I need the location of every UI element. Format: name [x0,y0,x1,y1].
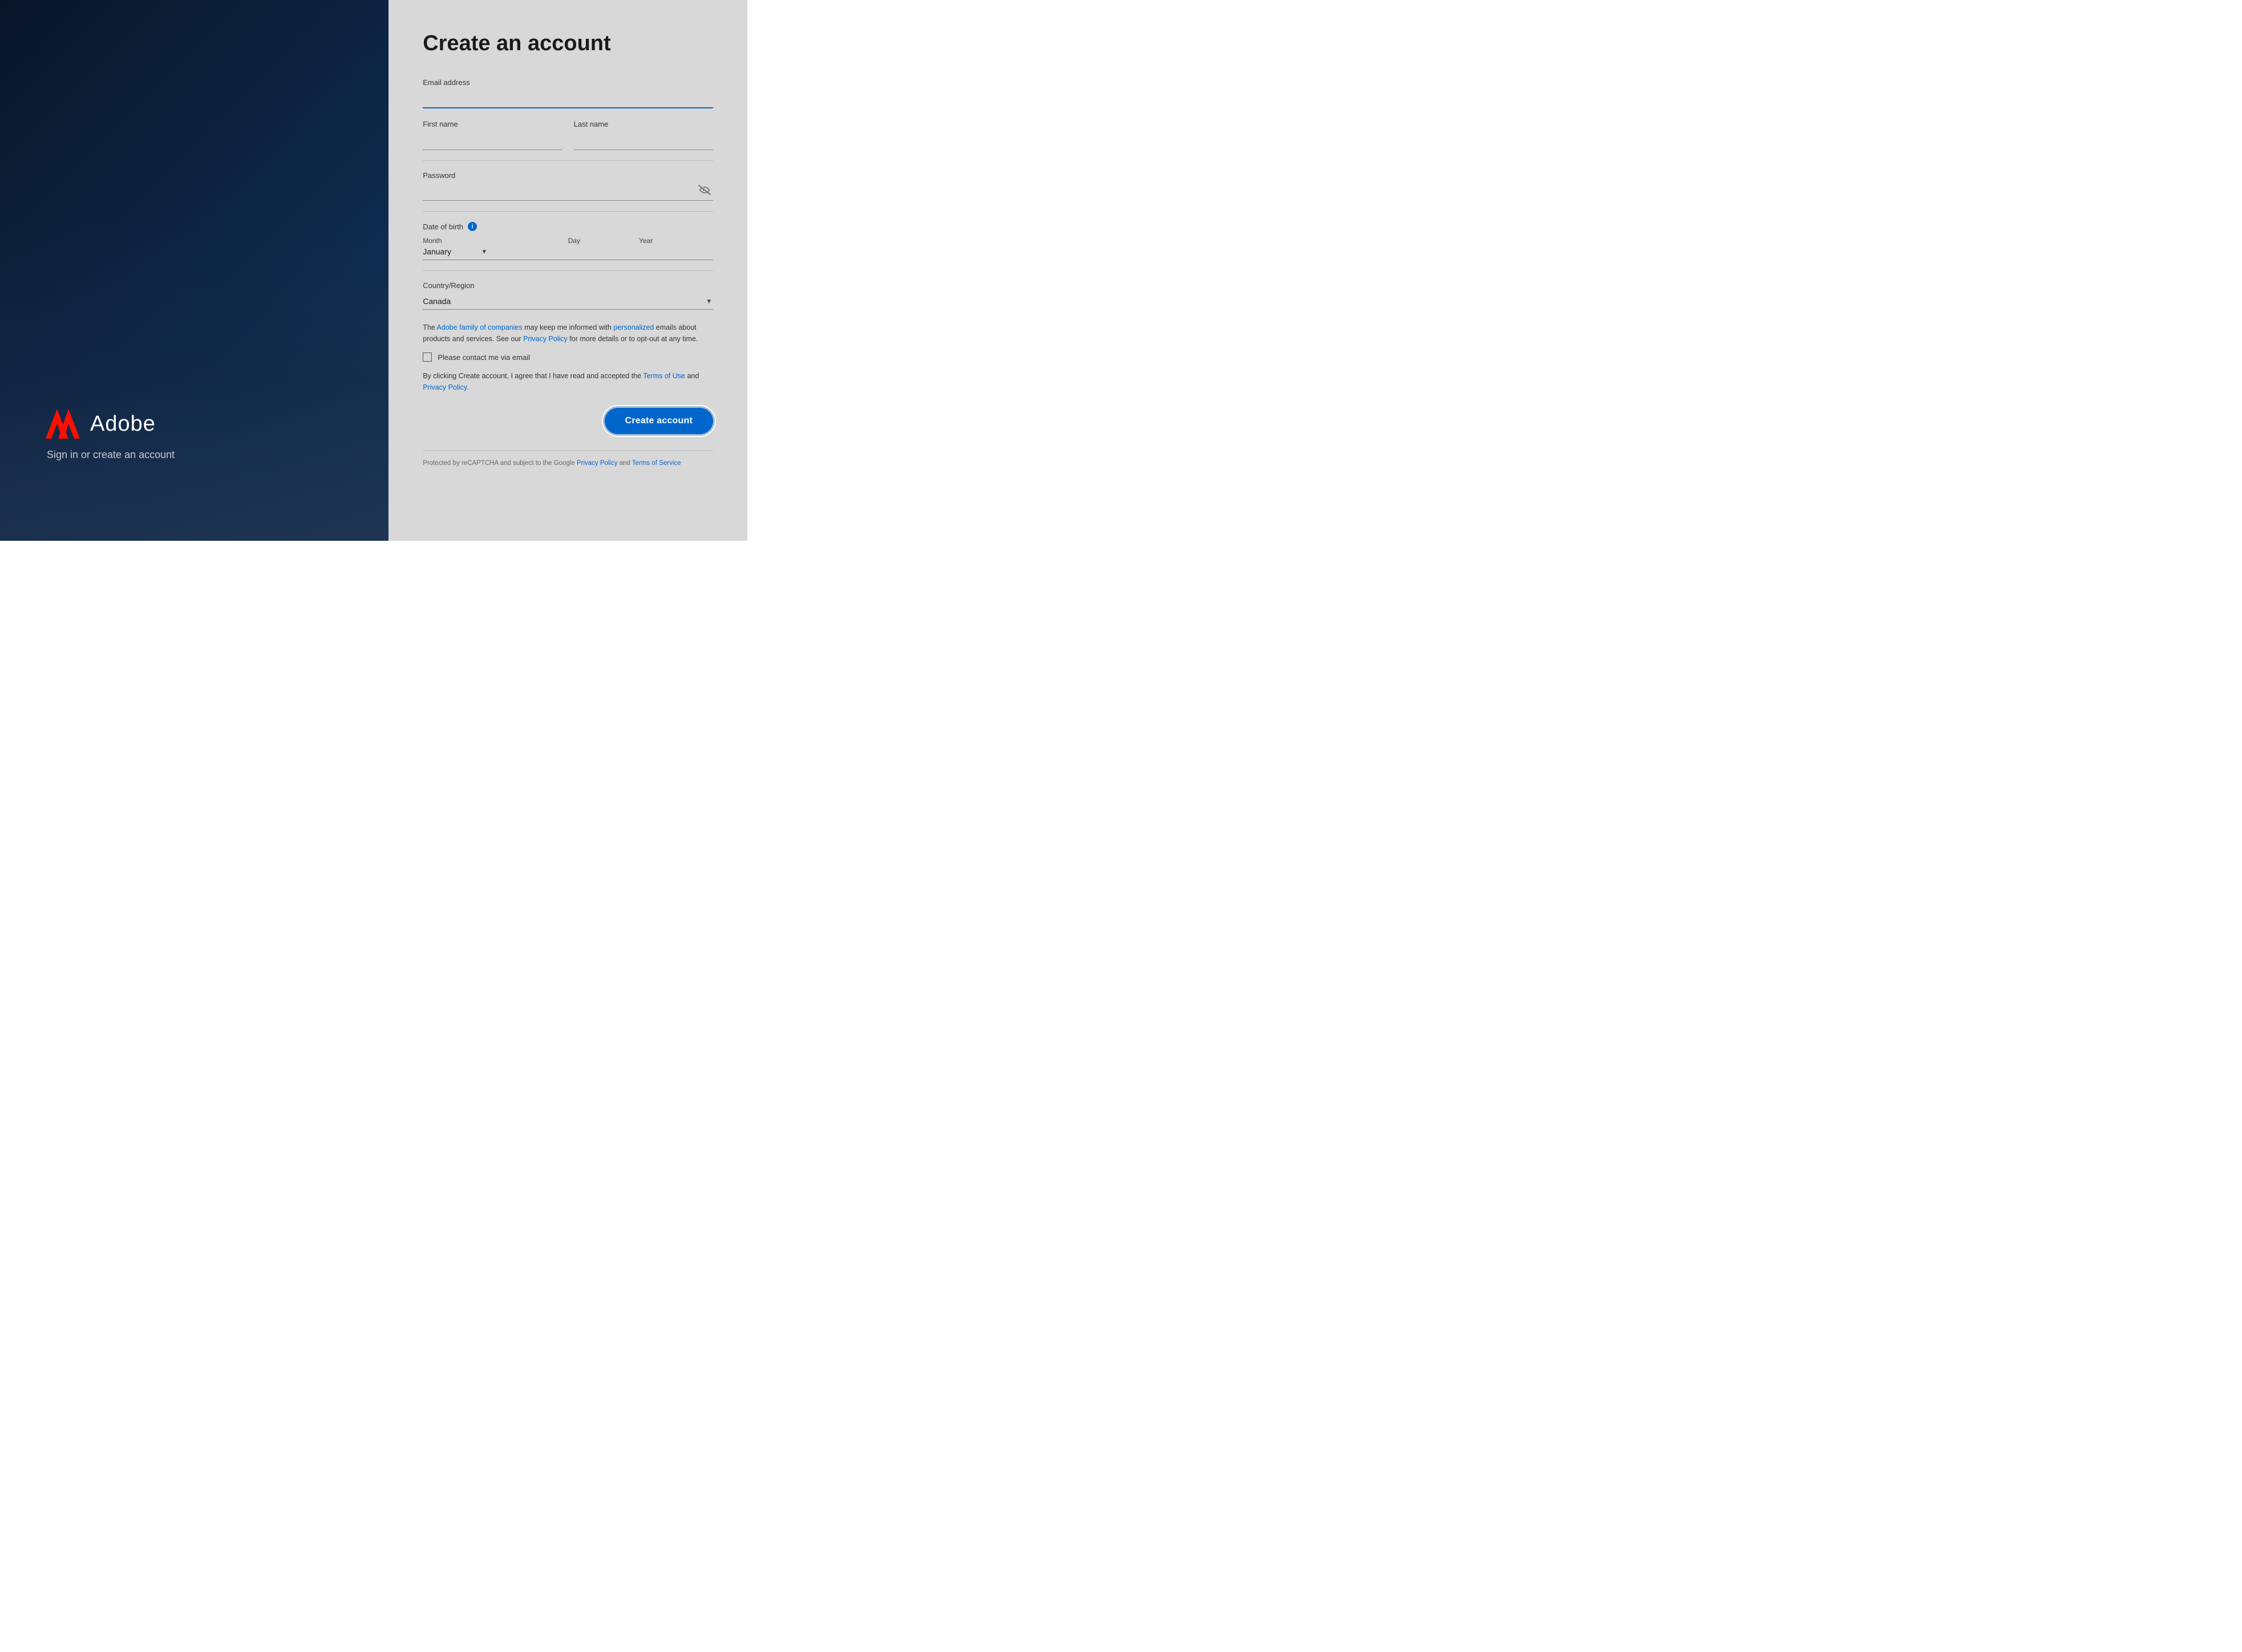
privacy-policy-link-terms[interactable]: Privacy Policy [423,383,467,391]
terms-text-and: and [685,372,699,380]
firstname-label: First name [423,120,562,128]
lastname-col: Last name [574,120,713,150]
right-panel: Create an account Email address First na… [388,0,747,541]
month-select[interactable]: January February March April May June Ju… [423,247,488,256]
recaptcha-divider [423,450,713,451]
adobe-icon [46,409,80,439]
page-title: Create an account [423,31,713,56]
lastname-input[interactable] [574,131,713,150]
divider-2 [423,211,713,212]
consent-text-end: for more details or to opt-out at any ti… [568,335,698,343]
year-input[interactable] [601,247,713,256]
eye-toggle-icon[interactable] [698,185,711,198]
privacy-policy-link-consent[interactable]: Privacy Policy [523,335,568,343]
dob-label-row: Date of birth i [423,222,713,231]
terms-text: By clicking Create account, I agree that… [423,371,713,393]
year-col-label: Year [639,237,713,245]
dob-column-headers: Month Day Year [423,237,713,245]
firstname-input[interactable] [423,131,562,150]
adobe-wordmark: Adobe [90,412,156,436]
divider-3 [423,270,713,271]
adobe-family-link[interactable]: Adobe family of companies [437,323,523,331]
dob-info-icon[interactable]: i [468,222,477,231]
email-input[interactable] [423,90,713,109]
day-col-label: Day [568,237,630,245]
left-panel: Adobe Sign in or create an account [0,0,388,541]
password-section: Password [423,171,713,201]
country-select[interactable]: Canada United States United Kingdom Aust… [423,293,713,309]
dob-label: Date of birth [423,222,463,231]
adobe-logo: Adobe [46,409,388,439]
create-btn-wrapper: Create account [423,408,713,434]
personalized-link[interactable]: personalized [613,323,654,331]
recaptcha-text: Protected by reCAPTCHA and subject to th… [423,459,713,469]
consent-text: The Adobe family of companies may keep m… [423,322,713,345]
lastname-label: Last name [574,120,713,128]
email-section: Email address [423,78,713,109]
create-account-button[interactable]: Create account [605,408,713,434]
country-select-wrapper: Canada United States United Kingdom Aust… [423,293,713,310]
password-label: Password [423,171,713,180]
divider-1 [423,160,713,161]
recaptcha-terms-link[interactable]: Terms of Service [632,460,681,467]
dob-section: Date of birth i Month Day Year January F… [423,222,713,260]
recaptcha-privacy-link[interactable]: Privacy Policy [577,460,618,467]
consent-text-before-link1: The [423,323,436,331]
month-select-wrapper: January February March April May June Ju… [423,247,488,256]
country-section: Country/Region Canada United States Unit… [423,281,713,310]
dob-inputs: January February March April May June Ju… [423,247,713,260]
terms-text-before: By clicking Create account, I agree that… [423,372,643,380]
firstname-col: First name [423,120,562,150]
checkbox-label[interactable]: Please contact me via email [438,353,530,362]
month-col-label: Month [423,237,559,245]
email-label: Email address [423,78,713,87]
password-wrapper [423,183,713,201]
terms-period: . [467,383,468,391]
adobe-tagline: Sign in or create an account [47,449,388,461]
day-input[interactable] [488,247,601,256]
country-label: Country/Region [423,281,713,290]
contact-checkbox[interactable] [423,353,432,362]
name-section: First name Last name [423,120,713,150]
recaptcha-text-before: Protected by reCAPTCHA and subject to th… [423,460,577,467]
terms-of-use-link[interactable]: Terms of Use [643,372,685,380]
checkbox-row: Please contact me via email [423,353,713,362]
recaptcha-text-and: and [618,460,632,467]
consent-text-middle: may keep me informed with [523,323,614,331]
password-input[interactable] [423,183,713,201]
